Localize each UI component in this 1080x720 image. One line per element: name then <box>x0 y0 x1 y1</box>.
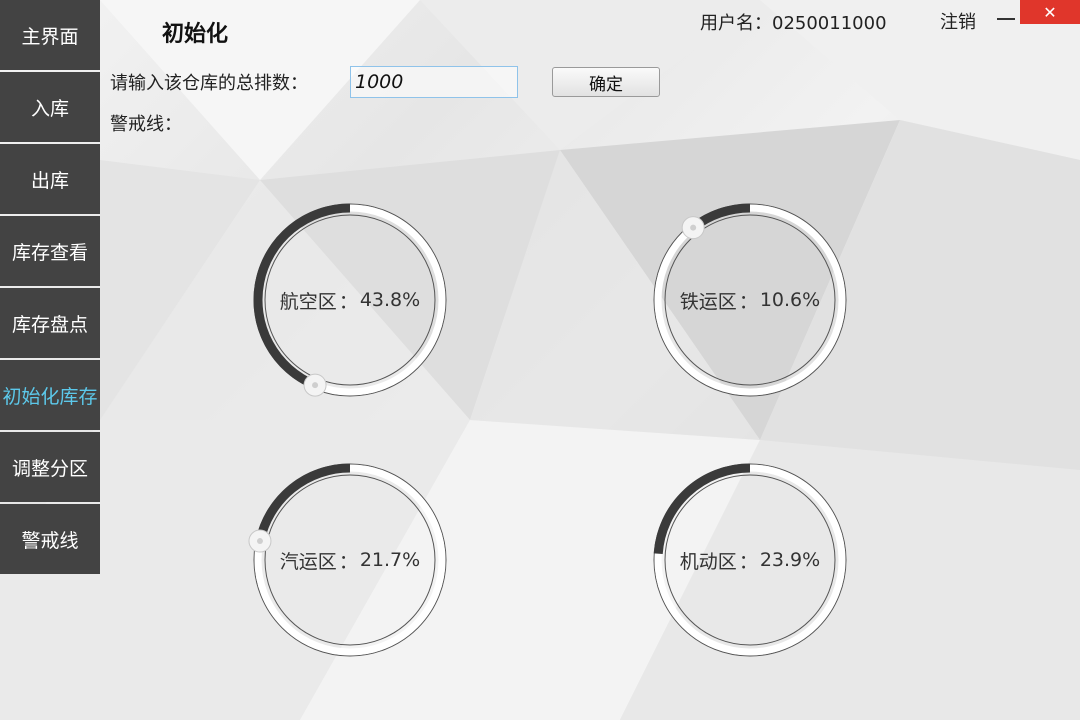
zone-percent: 10.6% <box>759 289 821 311</box>
minimize-button[interactable] <box>992 2 1020 36</box>
rows-input[interactable] <box>350 66 518 98</box>
page-title: 初始化 <box>162 22 229 47</box>
confirm-button[interactable]: 确定 <box>552 67 660 97</box>
zone-name: 汽运区 <box>279 550 337 573</box>
zone-percent: 43.8% <box>359 289 421 311</box>
sidebar-item-init-inventory[interactable]: 初始化库存 <box>0 360 100 430</box>
zone-percent: 21.7% <box>359 549 421 571</box>
sidebar-item-warning-line[interactable]: 警戒线 <box>0 504 100 574</box>
zone-ring-railway: 铁运区： 10.6% <box>648 198 852 402</box>
warning-line-value <box>190 110 368 138</box>
close-icon: ✕ <box>1043 2 1057 22</box>
zone-name: 铁运区 <box>679 290 737 313</box>
minimize-icon <box>997 18 1015 20</box>
zone-name: 航空区 <box>279 290 337 313</box>
sidebar-item-home[interactable]: 主界面 <box>0 0 100 70</box>
zone-name: 机动区 <box>679 550 737 573</box>
zone-ring-road: 汽运区： 21.7% <box>248 458 452 662</box>
sidebar-nav: 主界面 入库 出库 库存查看 库存盘点 初始化库存 调整分区 警戒线 <box>0 0 100 574</box>
zone-label: 汽运区： 21.7% <box>248 458 452 662</box>
background-pattern <box>0 0 1080 720</box>
sidebar-item-inbound[interactable]: 入库 <box>0 72 100 142</box>
rows-label: 请输入该仓库的总排数： <box>110 73 308 94</box>
zone-ring-aviation: 航空区： 43.8% <box>248 198 452 402</box>
zone-label: 机动区： 23.9% <box>648 458 852 662</box>
sidebar-item-adjust-zones[interactable]: 调整分区 <box>0 432 100 502</box>
sidebar-item-inventory-count[interactable]: 库存盘点 <box>0 288 100 358</box>
zone-percent: 23.9% <box>759 549 821 571</box>
close-button[interactable]: ✕ <box>1020 0 1080 24</box>
username-display: 用户名：0250011000 <box>700 13 887 34</box>
zone-label: 航空区： 43.8% <box>248 198 452 402</box>
warning-line-label: 警戒线： <box>110 114 182 135</box>
sidebar-item-outbound[interactable]: 出库 <box>0 144 100 214</box>
zone-label: 铁运区： 10.6% <box>648 198 852 402</box>
logout-button[interactable]: 注销 <box>940 8 976 34</box>
zone-ring-mobile: 机动区： 23.9% <box>648 458 852 662</box>
sidebar-item-inventory-view[interactable]: 库存查看 <box>0 216 100 286</box>
